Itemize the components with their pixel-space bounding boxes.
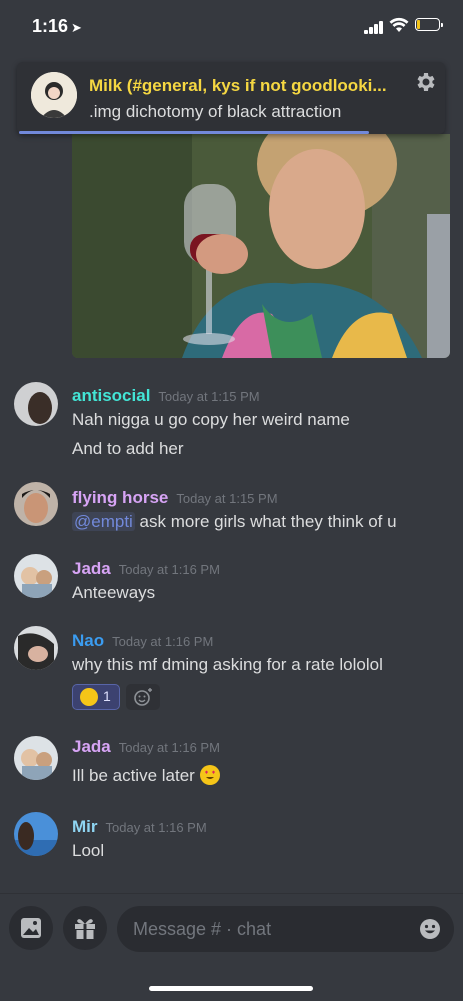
upload-image-button[interactable] (9, 906, 53, 950)
image-icon (21, 918, 41, 938)
avatar[interactable] (14, 812, 58, 856)
author-name[interactable]: Mir (72, 817, 98, 836)
user-mention[interactable]: @empti (72, 512, 135, 531)
timestamp: Today at 1:16 PM (118, 740, 220, 755)
gift-icon (75, 919, 95, 939)
notification-progress-bar (19, 131, 369, 134)
battery-icon (415, 18, 443, 31)
timestamp: Today at 1:16 PM (105, 820, 207, 835)
author-name[interactable]: Jada (72, 559, 111, 578)
message-text: And to add her (72, 439, 184, 458)
author-name[interactable]: flying horse (72, 488, 168, 507)
notification-banner[interactable]: Milk (#general, kys if not goodlooki... … (17, 62, 445, 134)
message-text: Lool (72, 841, 105, 860)
smile-icon[interactable] (419, 918, 441, 940)
timestamp: Today at 1:16 PM (112, 634, 214, 649)
message-text: @empti ask more girls what they think of… (72, 512, 397, 531)
avatar[interactable] (14, 482, 58, 526)
reaction-button[interactable]: 1 (72, 684, 120, 710)
heart-eyes-emoji-icon (199, 765, 220, 785)
status-time: 1:16 ➤ (32, 16, 82, 36)
avatar[interactable] (14, 736, 58, 780)
timestamp: Today at 1:15 PM (176, 491, 278, 506)
home-indicator[interactable] (149, 986, 313, 991)
message-text: Anteeways (72, 583, 156, 602)
avatar[interactable] (14, 626, 58, 670)
status-bar: 1:16 ➤ (0, 0, 463, 56)
message-image[interactable] (72, 134, 450, 358)
message-text: Ill be active later (72, 765, 220, 786)
message-input-placeholder: Message # · chat (133, 919, 272, 939)
reaction-count: 1 (103, 688, 111, 704)
notification-avatar (31, 72, 77, 118)
author-name[interactable]: Nao (72, 631, 104, 650)
avatar[interactable] (14, 382, 58, 426)
author-name[interactable]: Jada (72, 737, 111, 756)
wifi-icon (389, 17, 409, 32)
gear-icon[interactable] (413, 70, 437, 94)
message-input[interactable]: Message # · chat (117, 906, 454, 952)
notification-body: .img dichotomy of black attraction (89, 102, 342, 121)
joy-emoji-icon (80, 688, 98, 706)
notification-title: Milk (#general, kys if not goodlooki... (89, 76, 387, 95)
timestamp: Today at 1:15 PM (158, 389, 260, 404)
add-reaction-button[interactable] (126, 684, 160, 710)
message-text: why this mf dming asking for a rate lolo… (72, 655, 383, 674)
signal-icon (364, 20, 384, 34)
author-name[interactable]: antisocial (72, 386, 150, 405)
avatar[interactable] (14, 554, 58, 598)
message-text: Nah nigga u go copy her weird name (72, 410, 350, 429)
location-arrow-icon: ➤ (71, 20, 82, 35)
timestamp: Today at 1:16 PM (118, 562, 220, 577)
add-reaction-icon (134, 688, 152, 706)
gift-button[interactable] (63, 906, 107, 950)
message-composer: Message # · chat (0, 893, 463, 1001)
